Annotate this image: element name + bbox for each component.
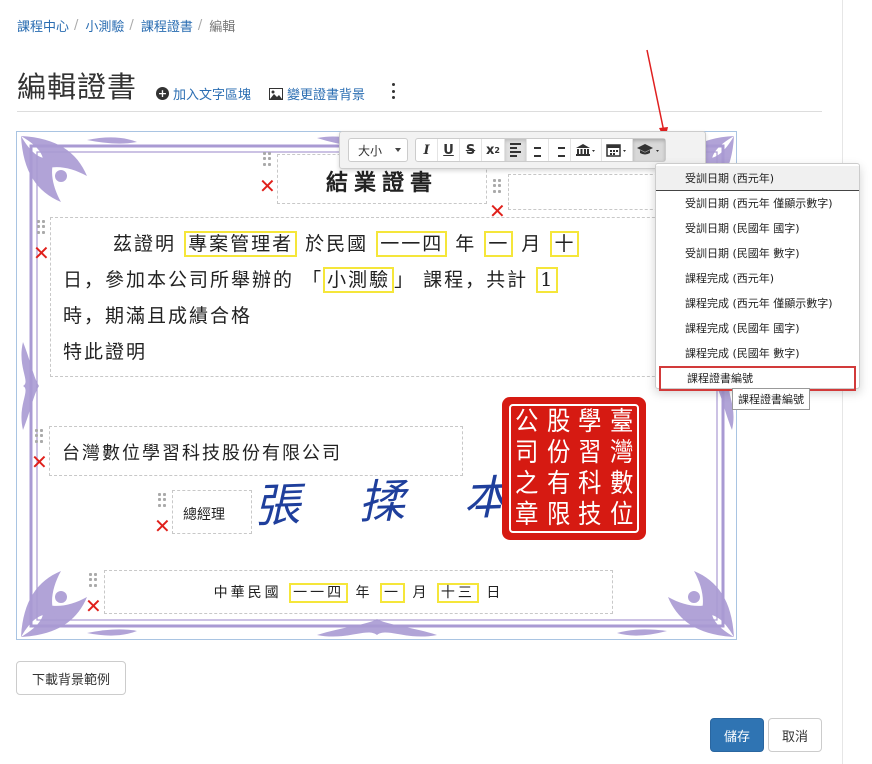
text-editor-toolbar: 大小 I U S x2 xyxy=(339,131,706,169)
font-size-select[interactable]: 大小 xyxy=(348,138,408,162)
add-text-block-label: 加入文字區塊 xyxy=(173,88,252,103)
training-month-field[interactable]: 一 xyxy=(484,231,514,257)
seal-character: 限 xyxy=(546,500,570,531)
cancel-button[interactable]: 取消 xyxy=(768,718,822,752)
strikethrough-icon[interactable]: S xyxy=(460,139,482,161)
delete-icon[interactable]: ✕ xyxy=(85,596,102,616)
body-text-block[interactable]: 茲證明 專案管理者 於民國 一一四 年 一 月 十 日，參加本公司所舉辦的 「小… xyxy=(50,217,690,377)
course-hours-field[interactable]: 1 xyxy=(536,267,559,293)
change-background-button[interactable]: 變更證書背景 xyxy=(269,84,365,103)
delete-icon[interactable]: ✕ xyxy=(33,243,50,263)
dropdown-item[interactable]: 受訓日期 (民國年 數字) xyxy=(656,241,859,266)
certificate-title: 結業證書 xyxy=(325,170,438,196)
italic-icon[interactable]: I xyxy=(416,139,438,161)
dropdown-item[interactable]: 受訓日期 (民國年 國字) xyxy=(656,216,859,241)
seal-character: 技 xyxy=(578,500,602,531)
breadcrumb-edit: 編輯 xyxy=(209,20,236,35)
body-line-1: 茲證明 專案管理者 於民國 一一四 年 一 月 十 xyxy=(63,226,689,262)
empty-text-block[interactable] xyxy=(508,174,668,210)
drag-handle[interactable] xyxy=(158,493,166,507)
training-day-field[interactable]: 十 xyxy=(550,231,580,257)
drag-handle[interactable] xyxy=(37,220,45,234)
breadcrumb-quiz[interactable]: 小測驗 xyxy=(85,16,124,35)
breadcrumb-course-center[interactable]: 課程中心 xyxy=(17,16,69,35)
body-line-4: 特此證明 xyxy=(63,341,148,363)
seal-character: 之 xyxy=(515,469,539,500)
dropdown-item[interactable]: 受訓日期 (西元年) xyxy=(656,166,859,191)
align-right-icon[interactable] xyxy=(549,139,571,161)
date-day-field[interactable]: 十三 xyxy=(436,583,479,603)
page-title: 編輯證書 xyxy=(17,70,138,104)
drag-handle[interactable] xyxy=(89,573,97,587)
change-background-label: 變更證書背景 xyxy=(287,88,366,103)
seal-character: 股 xyxy=(546,406,570,437)
dropdown-item[interactable]: 課程完成 (西元年 僅顯示數字) xyxy=(656,291,859,316)
course-name-field[interactable]: 小測驗 xyxy=(323,267,395,293)
delete-icon[interactable]: ✕ xyxy=(31,452,48,472)
annotation-arrow xyxy=(646,49,668,140)
seal-character: 學 xyxy=(578,406,602,437)
signature-image: 張 揉 本 xyxy=(253,469,533,533)
drag-handle[interactable] xyxy=(263,152,271,166)
graduation-cap-icon[interactable] xyxy=(632,139,665,161)
delete-icon[interactable]: ✕ xyxy=(489,201,506,221)
format-group: I U S x2 xyxy=(415,138,666,162)
dropdown-item[interactable]: 課程完成 (民國年 數字) xyxy=(656,341,859,366)
breadcrumb-certificate[interactable]: 課程證書 xyxy=(141,16,193,35)
seal-character: 司 xyxy=(515,437,539,468)
tooltip: 課程證書編號 xyxy=(732,388,810,410)
download-template-button[interactable]: 下載背景範例 xyxy=(16,661,126,695)
company-seal-image: 臺灣數位 學習科技 股份有限 公司之章 xyxy=(502,397,646,540)
training-year-field[interactable]: 一一四 xyxy=(376,231,448,257)
seal-character: 有 xyxy=(546,469,570,500)
seal-character: 份 xyxy=(546,437,570,468)
seal-character: 數 xyxy=(609,469,633,500)
dropdown-item[interactable]: 受訓日期 (西元年 僅顯示數字) xyxy=(656,191,859,216)
seal-character: 習 xyxy=(578,437,602,468)
image-icon xyxy=(269,87,283,100)
seal-character: 章 xyxy=(515,500,539,531)
breadcrumb: 課程中心 / 小測驗 / 課程證書 / 編輯 xyxy=(17,16,236,35)
seal-character: 科 xyxy=(578,469,602,500)
plus-circle-icon: + xyxy=(156,87,169,100)
chevron-down-icon xyxy=(395,148,401,152)
font-size-label: 大小 xyxy=(358,143,383,158)
certificate-canvas[interactable]: 結業證書 ✕ ✕ 茲證明 專案管理者 於民國 一一四 年 一 月 十 日，參加本… xyxy=(16,131,737,640)
manager-block[interactable]: 總經理 xyxy=(172,490,252,534)
recipient-name-field[interactable]: 專案管理者 xyxy=(184,231,298,257)
body-line-3: 時，期滿且成績合格 xyxy=(63,305,253,327)
drag-handle[interactable] xyxy=(35,429,43,443)
superscript-icon[interactable]: x2 xyxy=(482,139,505,161)
underline-icon[interactable]: U xyxy=(438,139,460,161)
seal-character: 位 xyxy=(609,500,633,531)
align-center-icon[interactable] xyxy=(527,139,549,161)
delete-icon[interactable]: ✕ xyxy=(259,176,276,196)
seal-character: 公 xyxy=(515,406,539,437)
add-text-block-button[interactable]: + 加入文字區塊 xyxy=(156,84,251,103)
drag-handle[interactable] xyxy=(493,179,501,193)
body-line-2: 日，參加本公司所舉辦的 「小測驗」 課程，共計 1 xyxy=(63,262,689,298)
date-month-field[interactable]: 一 xyxy=(380,583,405,603)
more-options-icon[interactable] xyxy=(388,83,398,99)
align-left-icon[interactable] xyxy=(504,139,527,161)
seal-character: 臺 xyxy=(609,406,633,437)
date-block[interactable]: 中華民國 一一四 年 一 月 十三 日 xyxy=(104,570,613,614)
dropdown-item[interactable]: 課程完成 (西元年) xyxy=(656,266,859,291)
bank-icon[interactable] xyxy=(571,139,602,161)
delete-icon[interactable]: ✕ xyxy=(154,516,171,536)
save-button[interactable]: 儲存 xyxy=(710,718,764,752)
date-field-dropdown: 受訓日期 (西元年) 受訓日期 (西元年 僅顯示數字) 受訓日期 (民國年 國字… xyxy=(655,163,860,391)
seal-character: 灣 xyxy=(609,437,633,468)
dropdown-item[interactable]: 課程完成 (民國年 國字) xyxy=(656,316,859,341)
company-name: 台灣數位學習科技股份有限公司 xyxy=(62,443,342,464)
manager-label: 總經理 xyxy=(183,507,225,523)
date-year-field[interactable]: 一一四 xyxy=(289,583,349,603)
calendar-icon[interactable] xyxy=(602,139,633,161)
title-divider xyxy=(17,111,822,112)
